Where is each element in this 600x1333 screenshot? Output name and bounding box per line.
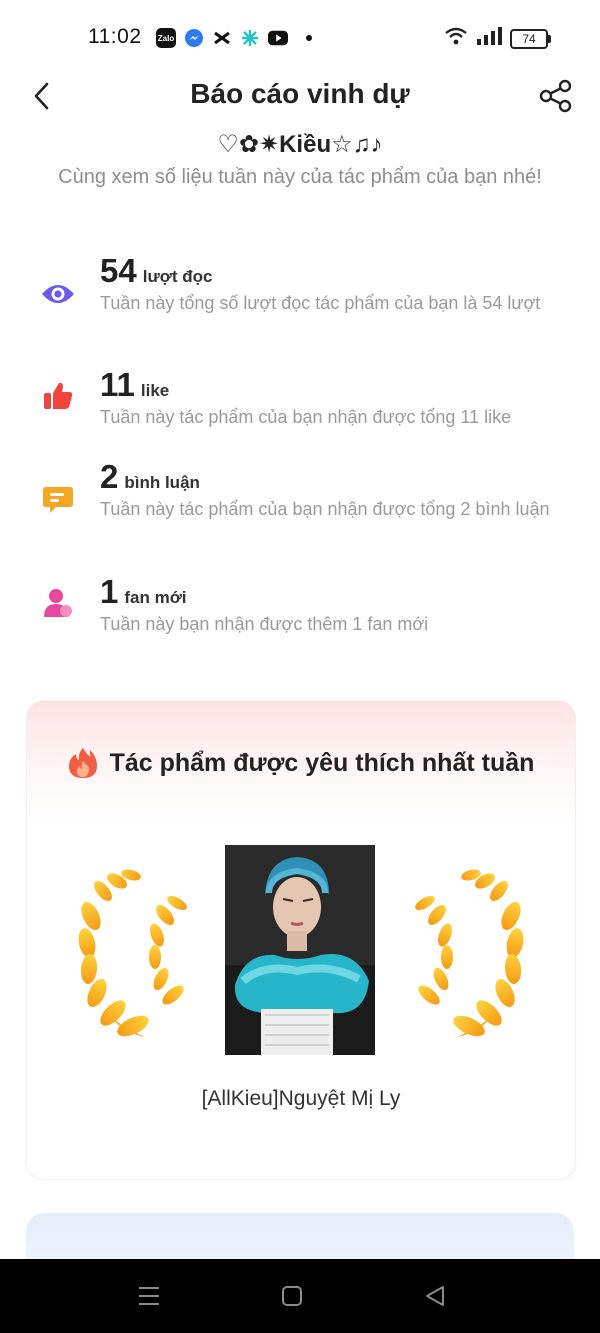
stat-value: 2 [100,458,119,495]
stat-value: 11 [100,366,135,403]
book-cover-image [225,845,375,1055]
author-name: ♡✿✷Kiều☆♫♪ [217,131,383,158]
zalo-icon: Zalo [156,28,176,48]
stat-unit: like [140,381,170,400]
share-icon [539,79,572,113]
stat-unit: lượt đọc [142,267,213,286]
messenger-icon [184,28,204,48]
laurel-left-icon [78,869,187,1037]
share-button[interactable] [536,76,576,116]
favorite-heading: Tác phẩm được yêu thích nhất tuần [109,748,535,777]
book-cover[interactable] [225,845,375,1055]
person-icon [40,585,76,621]
page-title: Báo cáo vinh dự [190,78,410,109]
book-title[interactable]: [AllKieu]Nguyệt Mị Ly [27,1087,575,1111]
comment-icon [40,482,76,518]
notification-dot [306,35,312,41]
home-button[interactable] [277,1283,307,1309]
battery-level: 74 [522,31,536,46]
stat-value: 1 [100,573,119,610]
menu-icon [139,1287,159,1305]
status-bar: 11:02 Zalo 74 [0,0,600,76]
stat-unit: fan mới [124,588,187,607]
system-nav-bar [0,1259,600,1333]
laurel-right-icon [415,869,524,1037]
youtube-icon [268,28,288,48]
stat-unit: bình luận [124,473,200,492]
stat-description: Tuần này bạn nhận được thêm 1 fan mới [100,614,429,634]
stat-body: 11 like Tuần này tác phẩm của bạn nhận đư… [100,366,560,428]
report-subtitle: Cùng xem số liệu tuần này của tác phẩm c… [58,166,542,188]
stat-value: 54 [100,252,137,289]
square-icon [282,1286,302,1306]
favorite-work-card: Tác phẩm được yêu thích nhất tuần [AllKi… [26,700,576,1180]
status-app-icons: Zalo [156,28,312,48]
thumbs-up-icon [40,378,76,414]
capcut-icon [212,28,232,48]
eye-icon [40,276,76,312]
wifi-icon [444,26,468,51]
signal-icon [476,26,502,51]
recent-apps-button[interactable] [134,1283,164,1309]
fire-icon [68,748,97,778]
stat-body: 54 lượt đọc Tuần này tổng số lượt đọc tác… [100,252,560,314]
status-right: 74 [444,26,551,51]
status-time: 11:02 [88,25,142,48]
stat-body: 2 bình luận Tuần này tác phẩm của bạn nhậ… [100,458,560,520]
stat-description: Tuần này tác phẩm của bạn nhận được tổng… [100,407,512,427]
app-icon [240,28,260,48]
app-header: Báo cáo vinh dự [0,70,600,120]
triangle-back-icon [426,1286,444,1306]
back-nav-button[interactable] [420,1283,450,1309]
battery-indicator: 74 [510,28,551,49]
stat-body: 1 fan mới Tuần này bạn nhận được thêm 1 f… [100,573,560,635]
stat-description: Tuần này tổng số lượt đọc tác phẩm của b… [100,293,541,313]
favorite-header: Tác phẩm được yêu thích nhất tuần [27,747,575,779]
stat-description: Tuần này tác phẩm của bạn nhận được tổng… [100,499,550,519]
